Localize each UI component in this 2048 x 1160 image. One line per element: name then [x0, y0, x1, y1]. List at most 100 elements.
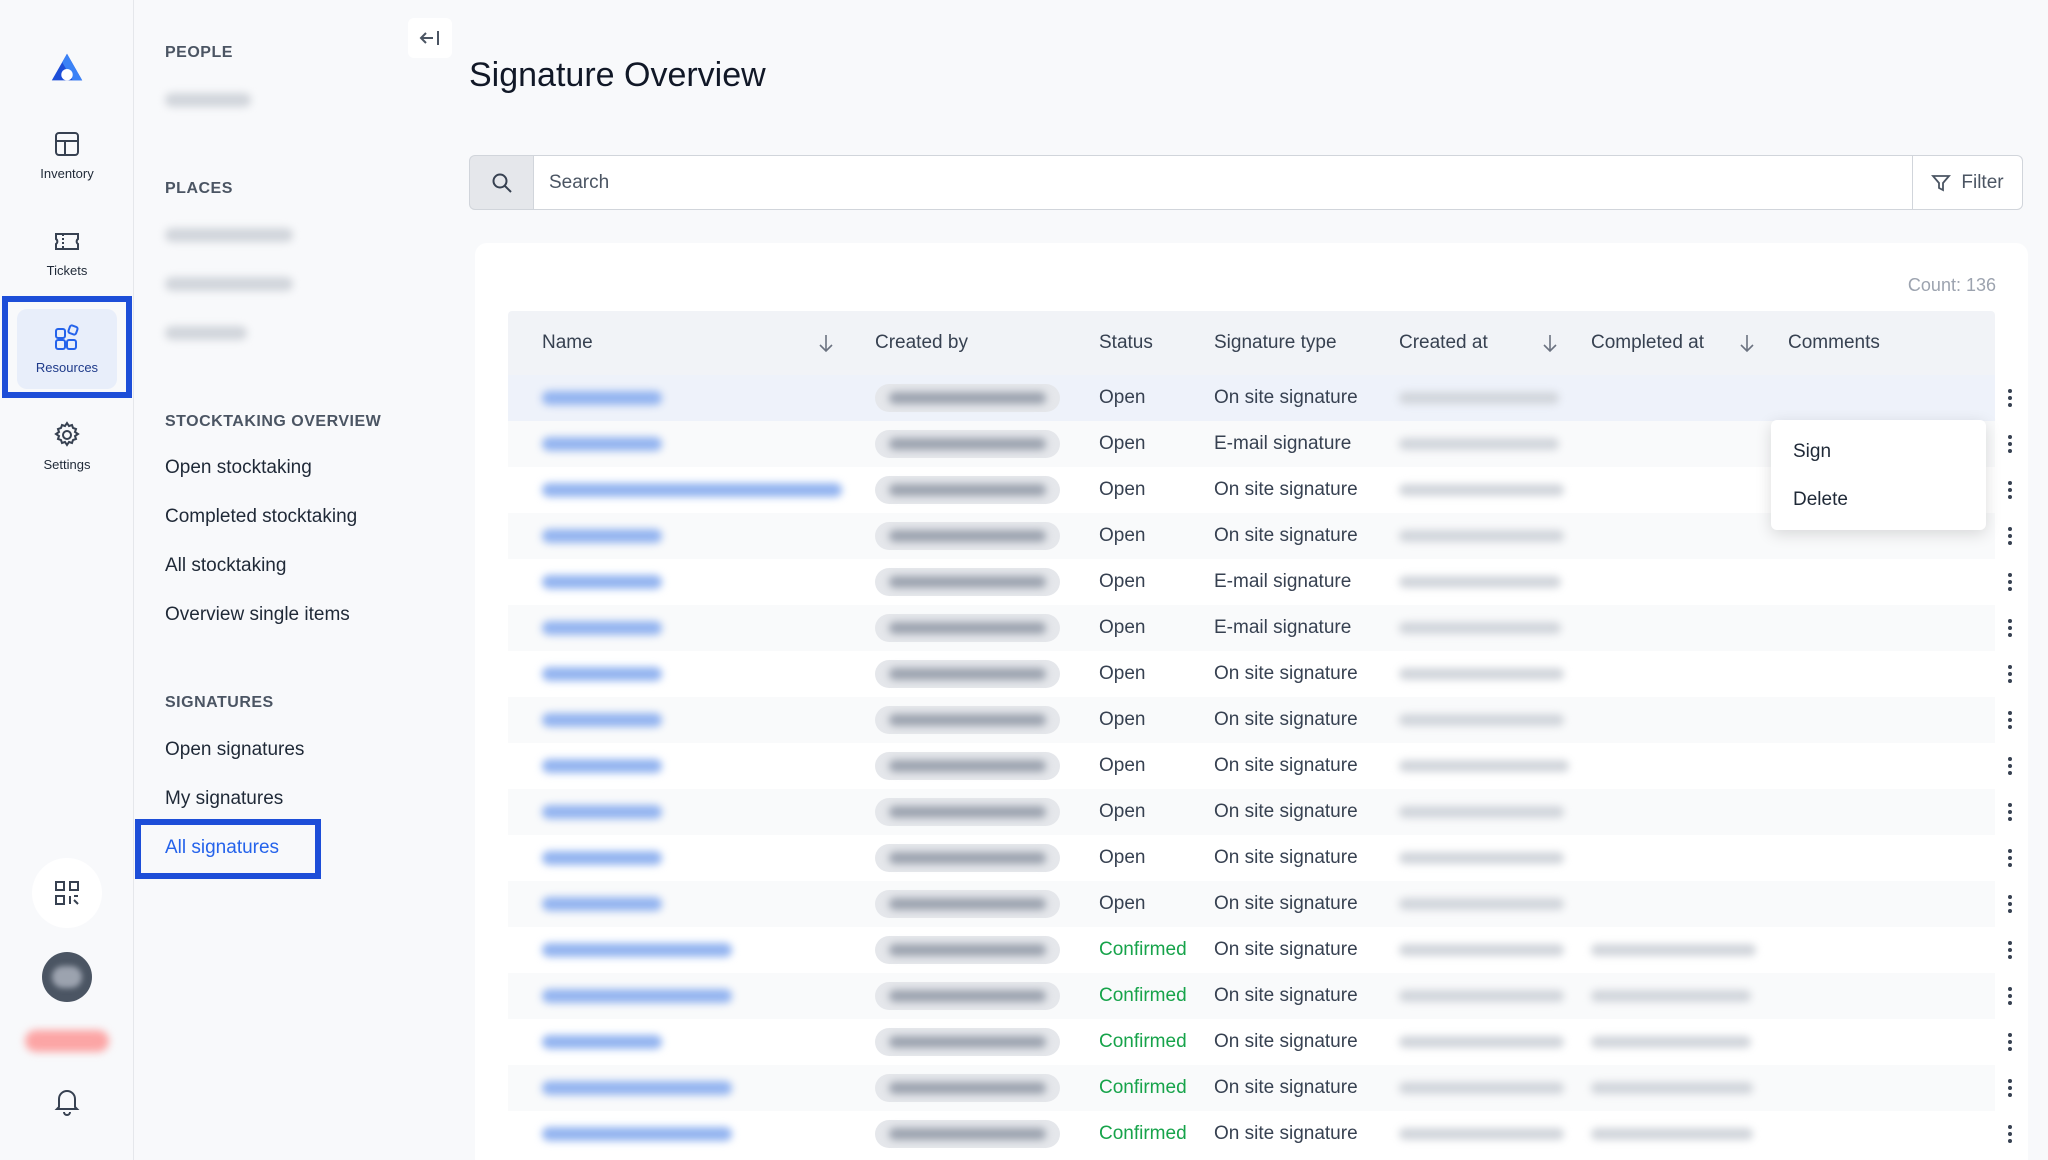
avatar[interactable]	[42, 952, 92, 1002]
qr-code-button[interactable]	[32, 858, 102, 928]
search-button[interactable]	[469, 155, 533, 210]
cell-created-by	[875, 697, 1060, 743]
name-link-redacted[interactable]	[542, 621, 662, 635]
cell-created-by	[875, 605, 1060, 651]
nav-item-open-signatures[interactable]: Open signatures	[165, 739, 304, 761]
name-link-redacted[interactable]	[542, 759, 662, 773]
name-link-redacted[interactable]	[542, 805, 662, 819]
table-row[interactable]: Confirmed On site signature	[508, 973, 2012, 1019]
table-row[interactable]: Open On site signature	[508, 375, 2012, 421]
nav-item-redacted[interactable]	[165, 277, 293, 291]
table-row[interactable]: Open E-mail signature	[508, 605, 2012, 651]
name-link-redacted[interactable]	[542, 575, 662, 589]
nav-item-open-stocktaking[interactable]: Open stocktaking	[165, 457, 312, 479]
bell-icon[interactable]	[51, 1085, 83, 1117]
more-vertical-icon[interactable]	[1998, 708, 2022, 732]
nav-item-my-signatures[interactable]: My signatures	[165, 788, 283, 810]
cell-signature-type: On site signature	[1214, 709, 1358, 730]
table-row[interactable]: Open On site signature	[508, 697, 2012, 743]
more-vertical-icon[interactable]	[1998, 1122, 2022, 1146]
name-link-redacted[interactable]	[542, 529, 662, 543]
more-vertical-icon[interactable]	[1998, 386, 2022, 410]
more-vertical-icon[interactable]	[1998, 478, 2022, 502]
menu-item-delete[interactable]: Delete	[1771, 476, 1986, 524]
cell-status: Confirmed	[1099, 1077, 1187, 1098]
cell-created-by	[875, 1065, 1060, 1111]
cell-created-at	[1399, 513, 1564, 559]
more-vertical-icon[interactable]	[1998, 432, 2022, 456]
name-link-redacted[interactable]	[542, 713, 662, 727]
name-link-redacted[interactable]	[542, 897, 662, 911]
cell-completed-at	[1591, 1019, 1751, 1065]
table-row[interactable]: Confirmed On site signature	[508, 1111, 2012, 1157]
name-link-redacted[interactable]	[542, 437, 662, 451]
rail-item-inventory[interactable]: Inventory	[17, 115, 117, 195]
app-logo-icon[interactable]	[48, 50, 86, 88]
column-header-created-at[interactable]: Created at	[1399, 311, 1488, 375]
rail-item-settings[interactable]: Settings	[17, 406, 117, 486]
name-link-redacted[interactable]	[542, 851, 662, 865]
collapse-sidebar-button[interactable]	[408, 18, 452, 58]
name-link-redacted[interactable]	[542, 667, 662, 681]
menu-item-sign[interactable]: Sign	[1771, 428, 1986, 476]
more-vertical-icon[interactable]	[1998, 1076, 2022, 1100]
more-vertical-icon[interactable]	[1998, 616, 2022, 640]
name-link-redacted[interactable]	[542, 1035, 662, 1049]
column-header-signature-type[interactable]: Signature type	[1214, 311, 1337, 375]
more-vertical-icon[interactable]	[1998, 754, 2022, 778]
table-row[interactable]: Open On site signature	[508, 651, 2012, 697]
column-header-status[interactable]: Status	[1099, 311, 1153, 375]
more-vertical-icon[interactable]	[1998, 984, 2022, 1008]
nav-item-all-stocktaking[interactable]: All stocktaking	[165, 555, 286, 577]
cell-status: Confirmed	[1099, 1031, 1187, 1052]
table-row[interactable]: Open On site signature	[508, 881, 2012, 927]
name-link-redacted[interactable]	[542, 391, 662, 405]
cell-created-by	[875, 881, 1060, 927]
table-row[interactable]: Confirmed On site signature	[508, 927, 2012, 973]
column-header-completed-at[interactable]: Completed at	[1591, 311, 1704, 375]
table-row[interactable]: Open On site signature	[508, 789, 2012, 835]
table-row[interactable]: Open E-mail signature	[508, 559, 2012, 605]
rail-item-resources[interactable]: Resources	[17, 309, 117, 389]
sort-arrow-icon[interactable]	[1541, 333, 1559, 353]
cell-signature-type: On site signature	[1214, 847, 1358, 868]
more-vertical-icon[interactable]	[1998, 800, 2022, 824]
cell-created-by	[875, 973, 1060, 1019]
creator-chip-redacted	[875, 982, 1060, 1010]
more-vertical-icon[interactable]	[1998, 570, 2022, 594]
section-title-stocktaking: STOCKTAKING OVERVIEW	[165, 413, 382, 430]
table-row[interactable]: Open On site signature	[508, 835, 2012, 881]
nav-item-completed-stocktaking[interactable]: Completed stocktaking	[165, 506, 357, 528]
nav-item-redacted[interactable]	[165, 93, 251, 107]
more-vertical-icon[interactable]	[1998, 938, 2022, 962]
name-link-redacted[interactable]	[542, 483, 842, 497]
search-input[interactable]	[533, 155, 1913, 210]
filter-button[interactable]: Filter	[1913, 155, 2023, 210]
cell-created-at	[1399, 1111, 1564, 1157]
more-vertical-icon[interactable]	[1998, 1030, 2022, 1054]
table-row[interactable]: Confirmed On site signature	[508, 1065, 2012, 1111]
rail-item-tickets[interactable]: Tickets	[17, 212, 117, 292]
more-vertical-icon[interactable]	[1998, 892, 2022, 916]
nav-item-overview-single-items[interactable]: Overview single items	[165, 604, 350, 626]
table-row[interactable]: Confirmed On site signature	[508, 1019, 2012, 1065]
name-link-redacted[interactable]	[542, 1081, 732, 1095]
more-vertical-icon[interactable]	[1998, 662, 2022, 686]
cell-status: Open	[1099, 893, 1146, 914]
column-header-created-by[interactable]: Created by	[875, 311, 968, 375]
sort-arrow-icon[interactable]	[1738, 333, 1756, 353]
table-row[interactable]: Open On site signature	[508, 743, 2012, 789]
name-link-redacted[interactable]	[542, 1127, 732, 1141]
date-redacted	[1591, 990, 1751, 1002]
more-vertical-icon[interactable]	[1998, 846, 2022, 870]
nav-item-redacted[interactable]	[165, 326, 247, 340]
column-header-comments[interactable]: Comments	[1788, 311, 1880, 375]
column-header-name[interactable]: Name	[542, 311, 593, 375]
more-vertical-icon[interactable]	[1998, 524, 2022, 548]
nav-item-redacted[interactable]	[165, 228, 293, 242]
name-link-redacted[interactable]	[542, 943, 732, 957]
sort-arrow-icon[interactable]	[817, 333, 835, 353]
section-title-signatures: SIGNATURES	[165, 694, 274, 711]
nav-item-all-signatures[interactable]: All signatures	[165, 837, 279, 859]
name-link-redacted[interactable]	[542, 989, 732, 1003]
